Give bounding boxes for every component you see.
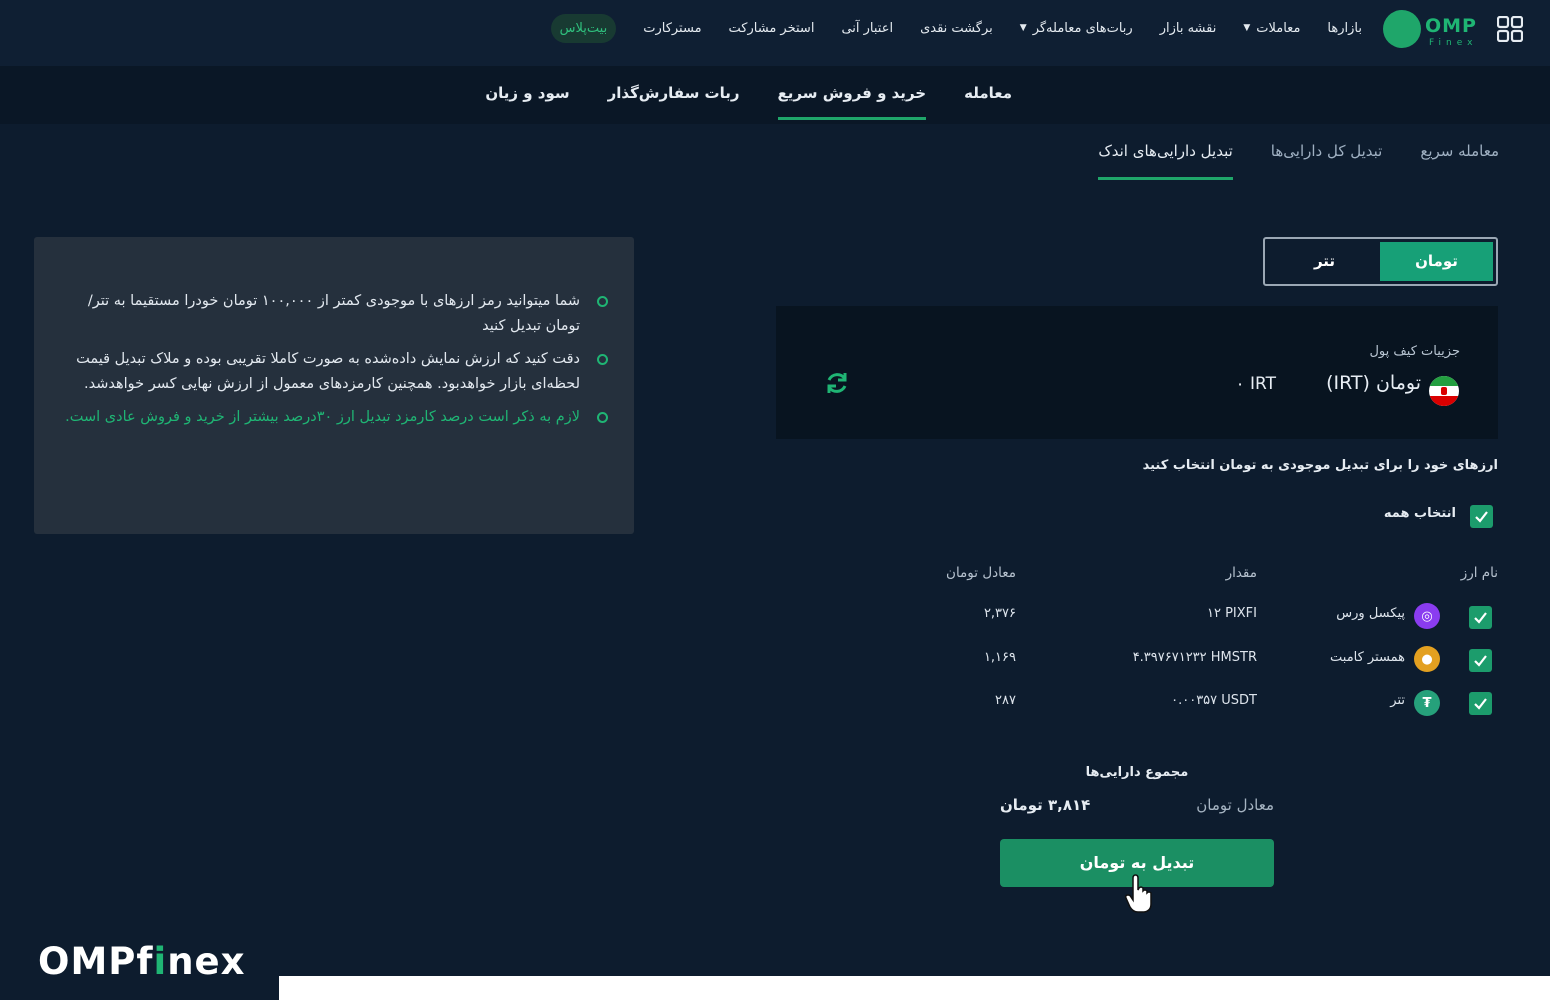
refresh-icon[interactable] xyxy=(824,370,850,396)
check-icon xyxy=(1474,698,1487,710)
menu-item-cashback[interactable]: برگشت نقدی xyxy=(920,21,993,36)
menu-item-trading-bots[interactable]: ▼ ربات‌های معامله‌گر xyxy=(1020,21,1133,36)
main-menu: بازارها ▼ معاملات نقشه بازار ▼ ربات‌های مع… xyxy=(550,0,1362,56)
wallet-title: جزییات کیف پول xyxy=(1369,344,1460,359)
footer-strip xyxy=(279,976,1550,1000)
summary-title: مجموع دارایی‌ها xyxy=(1085,765,1189,780)
ompfinex-logo[interactable]: OMP Finex xyxy=(1383,10,1478,50)
info-item-fee: لازم به ذکر است درصد کارمزد تبدیل ارز ۳۰… xyxy=(60,405,608,430)
toggle-toman[interactable]: تومان xyxy=(1380,242,1493,281)
check-icon xyxy=(1475,511,1488,523)
info-item: شما میتوانید رمز ارزهای با موجودی کمتر ا… xyxy=(60,289,608,339)
check-icon xyxy=(1474,655,1487,667)
row-checkbox[interactable] xyxy=(1469,649,1492,672)
coin-toman: ۲,۳۷۶ xyxy=(983,606,1016,621)
menu-item-staking-pool[interactable]: استخر مشارکت xyxy=(729,21,815,36)
info-panel: شما میتوانید رمز ارزهای با موجودی کمتر ا… xyxy=(34,237,634,534)
bullet-icon xyxy=(597,412,608,423)
coin-amount: ۰.۰۰۳۵۷ USDT xyxy=(1171,693,1257,708)
logo-brand: OMP xyxy=(1425,15,1477,37)
page-tabs: معامله سریع تبدیل کل دارایی‌ها تبدیل دار… xyxy=(1098,136,1499,180)
coin-toman: ۱,۱۶۹ xyxy=(983,650,1016,665)
select-all-checkbox[interactable] xyxy=(1470,505,1493,528)
coin-name: همستر کامبت xyxy=(1330,650,1405,665)
coin-amount: ۴.۳۹۷۶۷۱۲۳۲ HMSTR xyxy=(1132,650,1257,665)
subtab-trade[interactable]: معامله xyxy=(964,66,1012,124)
menu-item-markets[interactable]: بازارها xyxy=(1327,21,1362,36)
summary-label: معادل تومان xyxy=(1196,796,1274,814)
subtab-quick-buy-sell[interactable]: خرید و فروش سریع xyxy=(777,66,926,124)
tab-convert-small[interactable]: تبدیل دارایی‌های اندک xyxy=(1098,136,1234,180)
menu-item-instant-credit[interactable]: اعتبار آنی xyxy=(841,21,893,36)
currency-toggle: تومان تتر xyxy=(1263,237,1498,286)
caret-down-icon: ▼ xyxy=(1243,23,1251,33)
ompfinex-watermark-logo: OMPfinex xyxy=(38,940,246,983)
hand-cursor-icon xyxy=(1125,874,1152,913)
apps-grid-icon[interactable] xyxy=(1497,16,1523,42)
menu-item-mastercard[interactable]: مسترکارت xyxy=(643,21,701,36)
row-checkbox[interactable] xyxy=(1469,606,1492,629)
tab-quick-trade[interactable]: معامله سریع xyxy=(1420,136,1499,180)
coin-name: پیکسل ورس xyxy=(1336,606,1405,621)
coin-name: تتر xyxy=(1390,693,1405,708)
summary-value: ۳,۸۱۴ تومان xyxy=(1000,796,1091,814)
hamster-icon: ● xyxy=(1414,646,1440,672)
info-item: دقت کنید که ارزش نمایش داده‌شده به صورت … xyxy=(60,347,608,397)
logo-sub: Finex xyxy=(1429,38,1478,48)
select-all-label: انتخاب همه xyxy=(1383,506,1456,521)
top-navbar: OMP Finex بازارها ▼ معاملات نقشه بازار ▼ ر… xyxy=(0,0,1550,66)
wallet-currency: تومان (IRT) xyxy=(1326,372,1421,394)
subtab-profit-loss[interactable]: سود و زیان xyxy=(485,66,569,124)
menu-item-bitplus[interactable]: بیت‌پلاس xyxy=(550,13,617,43)
row-checkbox[interactable] xyxy=(1469,692,1492,715)
tether-icon: ₮ xyxy=(1414,690,1440,716)
toggle-tether[interactable]: تتر xyxy=(1268,242,1381,281)
bullet-icon xyxy=(597,296,608,307)
sub-navbar: معامله خرید و فروش سریع ربات سفارش‌گذار … xyxy=(0,66,1550,124)
pixelverse-icon: ◎ xyxy=(1414,603,1440,629)
leaf-logo-icon xyxy=(1383,10,1421,48)
col-header-amount: مقدار xyxy=(1225,565,1257,581)
coin-amount: ۱۲ PIXFI xyxy=(1207,606,1257,621)
wallet-balance: ۰ IRT xyxy=(1235,374,1276,394)
tab-convert-all[interactable]: تبدیل کل دارایی‌ها xyxy=(1271,136,1383,180)
menu-item-trades[interactable]: ▼ معاملات xyxy=(1243,21,1300,36)
caret-down-icon: ▼ xyxy=(1019,23,1027,33)
select-prompt: ارزهای خود را برای تبدیل موجودی به تومان… xyxy=(1142,458,1498,473)
menu-item-market-map[interactable]: نقشه بازار xyxy=(1160,21,1217,36)
coin-toman: ۲۸۷ xyxy=(995,693,1016,708)
subtab-order-bot[interactable]: ربات سفارش‌گذار xyxy=(608,66,740,124)
check-icon xyxy=(1474,612,1487,624)
bullet-icon xyxy=(597,354,608,365)
col-header-toman: معادل تومان xyxy=(946,565,1016,581)
iran-flag-icon xyxy=(1429,376,1459,406)
col-header-name: نام ارز xyxy=(1460,565,1498,581)
wallet-details: جزییات کیف پول تومان (IRT) ۰ IRT xyxy=(776,306,1498,439)
